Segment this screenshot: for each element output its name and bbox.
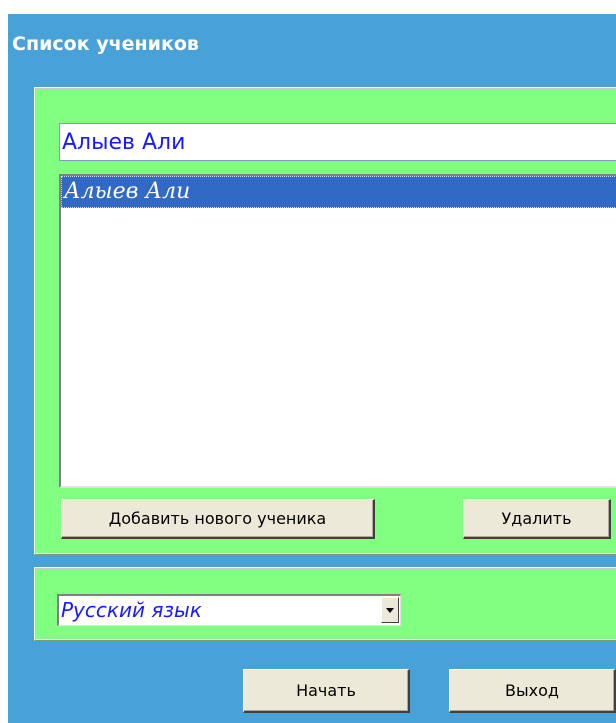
start-button-label: Начать bbox=[296, 681, 356, 700]
language-select[interactable]: Русский язык bbox=[57, 594, 401, 626]
student-list[interactable]: Алыев Али bbox=[59, 174, 616, 488]
students-window: Список учеников Алыев Али Добавить новог… bbox=[8, 14, 616, 723]
students-group: Алыев Али Добавить нового ученика Удалит… bbox=[34, 87, 616, 555]
list-item-selected[interactable]: Алыев Али bbox=[61, 176, 616, 208]
add-student-button-label: Добавить нового ученика bbox=[108, 509, 327, 528]
student-name-input[interactable] bbox=[59, 123, 616, 161]
exit-button-label: Выход bbox=[505, 681, 559, 700]
delete-button[interactable]: Удалить bbox=[463, 499, 611, 539]
language-select-value: Русский язык bbox=[61, 598, 202, 622]
left-edge bbox=[0, 14, 8, 723]
start-button[interactable]: Начать bbox=[243, 669, 410, 713]
chevron-down-icon[interactable] bbox=[381, 597, 399, 623]
delete-button-label: Удалить bbox=[501, 509, 572, 528]
exit-button[interactable]: Выход bbox=[449, 669, 616, 713]
language-group: Русский язык bbox=[34, 567, 616, 641]
window-title: Список учеников bbox=[12, 33, 199, 55]
add-student-button[interactable]: Добавить нового ученика bbox=[61, 499, 375, 539]
top-strip bbox=[0, 0, 616, 14]
